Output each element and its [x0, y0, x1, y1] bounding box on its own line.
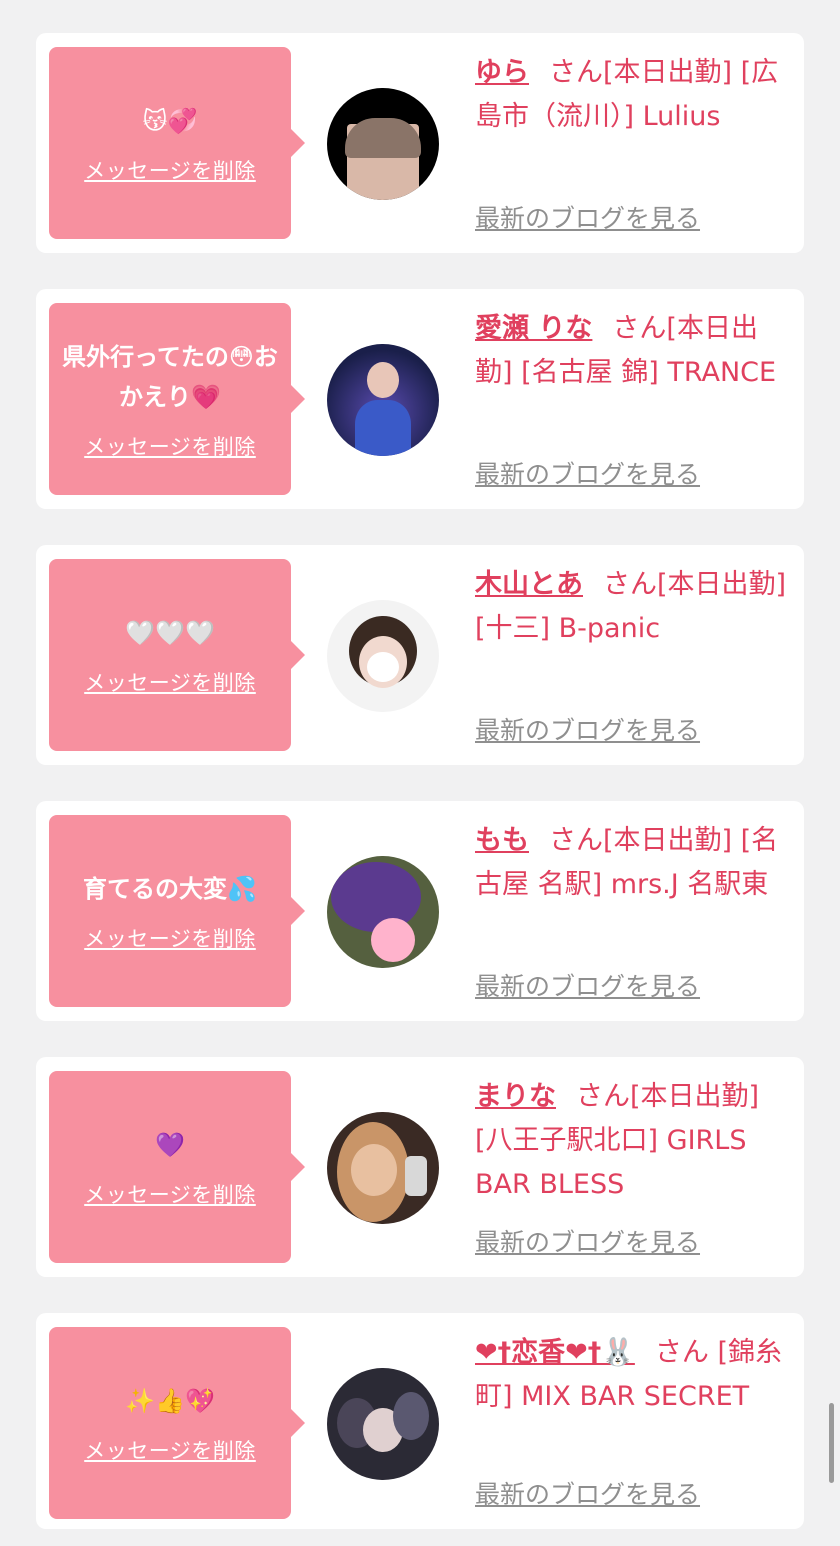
list-item: ✨👍💖 メッセージを削除 ❤︎†恋香❤︎†🐰 さん [錦糸町] MIX BAR S…: [36, 1313, 804, 1529]
profile-info: 愛瀬 りな さん[本日出勤] [名古屋 錦] TRANCE: [475, 307, 790, 395]
profile-name-link[interactable]: ❤︎†恋香❤︎†🐰: [475, 1337, 635, 1368]
message-text: 育てるの大変💦: [83, 875, 257, 903]
latest-blog-link[interactable]: 最新のブログを見る: [475, 199, 700, 235]
avatar[interactable]: [327, 344, 439, 456]
delete-message-link[interactable]: メッセージを削除: [84, 1179, 256, 1209]
avatar-hair: [345, 118, 421, 158]
profile-info: 木山とあ さん[本日出勤] [十三] B-panic: [475, 563, 790, 651]
message-bubble: 😽💞 メッセージを削除: [49, 47, 305, 239]
delete-message-link[interactable]: メッセージを削除: [84, 923, 256, 953]
message-text: 県外行ってたの😳おかえり💗: [62, 343, 278, 411]
avatar-face: [367, 362, 399, 398]
latest-blog-link[interactable]: 最新のブログを見る: [475, 711, 700, 747]
message-text: 🤍🤍🤍: [125, 619, 215, 647]
message-bubble: 💜 メッセージを削除: [49, 1071, 305, 1263]
avatar-face: [351, 1144, 397, 1196]
latest-blog-link[interactable]: 最新のブログを見る: [475, 455, 700, 491]
message-list: 😽💞 メッセージを削除 ゆら さん[本日出勤] [広島市（流川）] Lulius …: [36, 33, 804, 1529]
scrollbar[interactable]: [829, 1403, 834, 1483]
list-item: 育てるの大変💦 メッセージを削除 もも さん[本日出勤] [名古屋 名駅] mrs…: [36, 801, 804, 1021]
list-item: 🤍🤍🤍 メッセージを削除 木山とあ さん[本日出勤] [十三] B-panic 最…: [36, 545, 804, 765]
profile-name-link[interactable]: 愛瀬 りな: [475, 313, 592, 344]
list-item: 💜 メッセージを削除 まりな さん[本日出勤] [八王子駅北口] GIRLS BA…: [36, 1057, 804, 1277]
message-bubble: 🤍🤍🤍 メッセージを削除: [49, 559, 305, 751]
profile-name-link[interactable]: ゆら: [475, 57, 529, 88]
message-bubble: 県外行ってたの😳おかえり💗 メッセージを削除: [49, 303, 305, 495]
profile-name-link[interactable]: まりな: [475, 1081, 556, 1112]
message-bubble: 育てるの大変💦 メッセージを削除: [49, 815, 305, 1007]
delete-message-link[interactable]: メッセージを削除: [84, 155, 256, 185]
delete-message-link[interactable]: メッセージを削除: [84, 667, 256, 697]
delete-message-link[interactable]: メッセージを削除: [84, 431, 256, 461]
latest-blog-link[interactable]: 最新のブログを見る: [475, 1223, 700, 1259]
latest-blog-link[interactable]: 最新のブログを見る: [475, 1475, 700, 1511]
profile-info: もも さん[本日出勤] [名古屋 名駅] mrs.J 名駅東: [475, 819, 790, 907]
profile-info: ゆら さん[本日出勤] [広島市（流川）] Lulius: [475, 51, 790, 139]
profile-info: ❤︎†恋香❤︎†🐰 さん [錦糸町] MIX BAR SECRET: [475, 1331, 790, 1419]
avatar[interactable]: [327, 1368, 439, 1480]
avatar-hair: [331, 862, 421, 932]
list-item: 😽💞 メッセージを削除 ゆら さん[本日出勤] [広島市（流川）] Lulius …: [36, 33, 804, 253]
avatar-dress: [355, 400, 411, 456]
latest-blog-link[interactable]: 最新のブログを見る: [475, 967, 700, 1003]
message-text: 💜: [155, 1131, 185, 1159]
avatar-blur: [371, 918, 415, 962]
message-text: ✨👍💖: [125, 1387, 215, 1415]
heart-sticker: [367, 652, 399, 682]
delete-message-link[interactable]: メッセージを削除: [84, 1435, 256, 1465]
avatar[interactable]: [327, 88, 439, 200]
avatar[interactable]: [327, 1112, 439, 1224]
profile-name-link[interactable]: 木山とあ: [475, 569, 583, 600]
message-bubble: ✨👍💖 メッセージを削除: [49, 1327, 305, 1519]
profile-name-link[interactable]: もも: [475, 825, 529, 856]
message-text: 😽💞: [142, 107, 198, 135]
avatar[interactable]: [327, 600, 439, 712]
list-item: 県外行ってたの😳おかえり💗 メッセージを削除 愛瀬 りな さん[本日出勤] [名古…: [36, 289, 804, 509]
profile-info: まりな さん[本日出勤] [八王子駅北口] GIRLS BAR BLESS: [475, 1075, 790, 1207]
avatar[interactable]: [327, 856, 439, 968]
phone-shape: [405, 1156, 427, 1196]
avatar-group-right: [393, 1392, 429, 1440]
